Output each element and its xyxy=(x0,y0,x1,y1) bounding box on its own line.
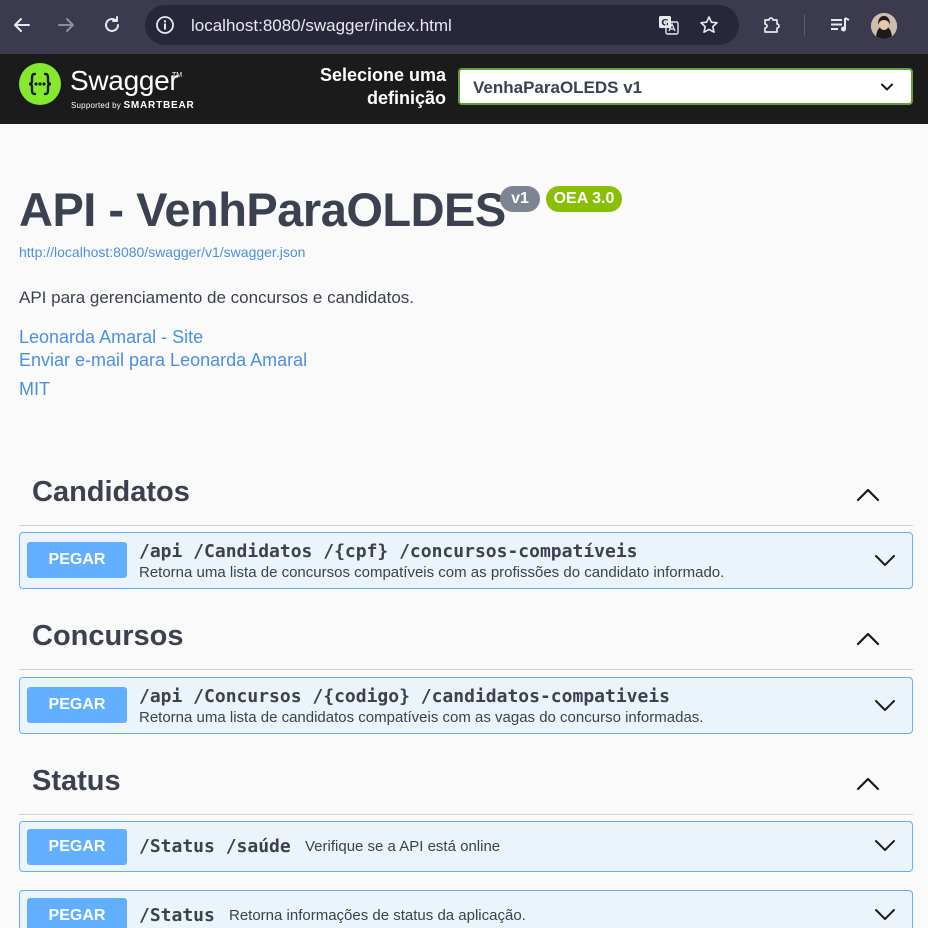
chevron-up-icon[interactable] xyxy=(855,482,881,508)
method-badge: PEGAR xyxy=(27,898,127,928)
info-icon xyxy=(156,16,174,34)
operation-summary: Retorna uma lista de concursos compatíve… xyxy=(139,564,725,581)
star-icon xyxy=(700,16,718,33)
site-info-button[interactable] xyxy=(154,14,176,36)
operation-summary: Verifique se a API está online xyxy=(305,838,501,855)
chevron-down-icon[interactable] xyxy=(874,695,896,717)
tag-section-status[interactable]: Status xyxy=(19,755,913,815)
operation-path: /Status /saúde xyxy=(139,836,291,857)
translate-button[interactable]: G xyxy=(658,14,680,36)
license-link[interactable]: MIT xyxy=(19,379,50,400)
tag-section-candidatos[interactable]: Candidatos xyxy=(19,466,913,526)
chevron-up-icon[interactable] xyxy=(855,771,881,797)
operation-get-status-saude[interactable]: PEGAR /Status /saúde Verifique se a API … xyxy=(19,821,913,872)
forward-button[interactable] xyxy=(51,10,81,40)
operation-summary: Retorna informações de status da aplicaç… xyxy=(229,907,526,924)
arrow-left-icon xyxy=(14,18,30,32)
contact-site-link[interactable]: Leonarda Amaral - Site xyxy=(19,327,203,348)
logo-sub-prefix: Supported by xyxy=(71,101,121,110)
playlist-icon xyxy=(831,17,850,32)
operation-get-concursos-candidatos[interactable]: PEGAR /api /Concursos /{codigo} /candida… xyxy=(19,677,913,734)
tag-section-concursos[interactable]: Concursos xyxy=(19,610,913,670)
reload-icon xyxy=(105,16,119,32)
definition-label-line2: definição xyxy=(366,88,446,108)
operation-path: /Status xyxy=(139,905,215,926)
swagger-logo[interactable] xyxy=(19,63,61,105)
svg-text:G: G xyxy=(661,19,668,29)
chevron-down-icon xyxy=(881,83,893,91)
chevron-up-icon[interactable] xyxy=(855,626,881,652)
oas-badge: OEA 3.0 xyxy=(546,186,622,212)
logo-sub-brand: SMARTBEAR xyxy=(123,100,195,111)
chevron-down-icon[interactable] xyxy=(874,835,896,857)
logo-trademark: TM xyxy=(172,72,183,79)
media-button[interactable] xyxy=(825,10,855,40)
puzzle-icon xyxy=(764,17,780,33)
reload-button[interactable] xyxy=(97,10,127,40)
operation-get-status[interactable]: PEGAR /Status Retorna informações de sta… xyxy=(19,890,913,928)
method-badge: PEGAR xyxy=(27,829,127,865)
arrow-right-icon xyxy=(58,18,74,32)
bookmark-button[interactable] xyxy=(698,14,720,36)
api-title: API - VenhParaOLDES xyxy=(19,183,506,236)
tag-name: Candidatos xyxy=(32,476,190,508)
operation-summary: Retorna uma lista de candidatos compatív… xyxy=(139,709,704,726)
chevron-down-icon[interactable] xyxy=(874,904,896,926)
logo-subtitle: Supported by SMARTBEAR xyxy=(71,100,195,111)
tag-name: Concursos xyxy=(32,620,184,652)
translate-icon: G xyxy=(659,16,679,35)
avatar-icon xyxy=(871,13,897,39)
address-bar[interactable]: localhost:8080/swagger/index.html G xyxy=(145,5,739,45)
method-badge: PEGAR xyxy=(27,687,127,723)
url-text[interactable]: localhost:8080/swagger/index.html xyxy=(191,16,452,36)
spec-json-link[interactable]: http://localhost:8080/swagger/v1/swagger… xyxy=(19,244,305,260)
browser-toolbar: localhost:8080/swagger/index.html G xyxy=(0,0,928,54)
api-description: API para gerenciamento de concursos e ca… xyxy=(19,288,415,307)
profile-avatar[interactable] xyxy=(871,13,897,39)
swagger-topbar: Swagger TM Supported by SMARTBEAR Seleci… xyxy=(0,54,928,124)
definition-label-line1: Selecione uma xyxy=(319,65,446,85)
back-button[interactable] xyxy=(7,10,37,40)
definition-select[interactable]: VenhaParaOLEDS v1 xyxy=(458,68,913,105)
method-badge: PEGAR xyxy=(27,542,127,578)
operation-get-candidatos-concursos[interactable]: PEGAR /api /Candidatos /{cpf} /concursos… xyxy=(19,532,913,589)
logo-title: Swagger xyxy=(70,65,179,96)
operation-path: /api /Candidatos /{cpf} /concursos-compa… xyxy=(139,541,638,562)
definition-selected-value: VenhaParaOLEDS v1 xyxy=(473,78,643,97)
chevron-down-icon[interactable] xyxy=(874,550,896,572)
operation-path: /api /Concursos /{codigo} /candidatos-co… xyxy=(139,686,671,707)
version-badge: v1 xyxy=(500,186,540,212)
definition-select-label: Selecione uma definição xyxy=(290,64,446,110)
swagger-braces-icon xyxy=(28,72,52,96)
toolbar-divider xyxy=(804,14,805,36)
tag-name: Status xyxy=(32,765,121,797)
contact-email-link[interactable]: Enviar e-mail para Leonarda Amaral xyxy=(19,350,307,371)
extensions-button[interactable] xyxy=(757,10,787,40)
